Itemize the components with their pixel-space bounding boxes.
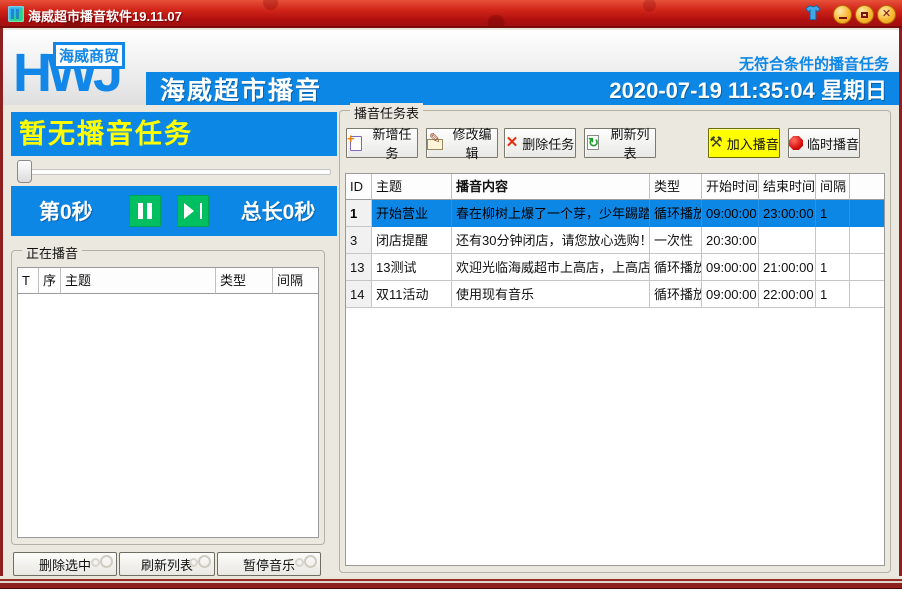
datetime-display: 2020-07-19 11:35:04 星期日 xyxy=(609,73,887,105)
refresh-icon: ↻ xyxy=(585,135,601,151)
header-blue-bar: 海威超市播音 2020-07-19 11:35:04 星期日 xyxy=(146,72,899,105)
total-time-label: 总长0秒 xyxy=(241,196,316,226)
minimize-icon xyxy=(839,17,847,19)
table-row[interactable]: 13 13测试 欢迎光临海威超市上高店，上高店即 循环播放 09:00:00 2… xyxy=(346,254,884,281)
now-playing-group: 正在播音 T 序 主题 类型 间隔 xyxy=(11,250,325,545)
stop-sign-icon xyxy=(789,136,803,150)
now-playing-table[interactable]: T 序 主题 类型 间隔 xyxy=(17,267,319,538)
column-header: 序 xyxy=(39,268,61,294)
playback-slider[interactable] xyxy=(11,160,337,182)
next-track-button[interactable] xyxy=(177,195,209,227)
cloud-ornament-icon xyxy=(190,554,212,567)
column-header: 间隔 xyxy=(273,268,318,294)
close-icon: ✕ xyxy=(882,9,891,20)
window-title: 海威超市播音软件19.11.07 xyxy=(28,6,182,25)
refresh-list-button[interactable]: ↻ 刷新列表 xyxy=(584,128,656,158)
next-track-icon xyxy=(184,203,194,219)
now-playing-banner: 暂无播音任务 xyxy=(11,112,337,156)
table-row[interactable]: 3 闭店提醒 还有30分钟闭店，请您放心选购！ 一次性 20:30:00 xyxy=(346,227,884,254)
column-header: T xyxy=(18,268,39,294)
close-button[interactable]: ✕ xyxy=(877,5,896,24)
pause-icon xyxy=(138,203,143,219)
column-header: 主题 xyxy=(61,268,216,294)
elapsed-time-label: 第0秒 xyxy=(39,196,93,226)
column-header: 结束时间 xyxy=(759,174,816,200)
now-playing-actions: 删除选中 刷新列表 暂停音乐 xyxy=(13,552,321,576)
delete-task-button[interactable]: ✕ 删除任务 xyxy=(504,128,576,158)
app-icon xyxy=(8,6,24,22)
cloud-ornament-icon xyxy=(92,554,114,567)
tools-icon: ⚒ xyxy=(709,135,722,151)
column-header: 类型 xyxy=(650,174,702,200)
edit-task-button[interactable]: ✎ 修改编辑 xyxy=(426,128,498,158)
header: HWJ 海威商贸 无符合条件的播音任务 海威超市播音 2020-07-19 11… xyxy=(3,30,899,105)
cloud-ornament-icon xyxy=(296,554,318,567)
column-header: 播音内容 xyxy=(452,174,650,200)
add-broadcast-button[interactable]: ⚒ 加入播音 xyxy=(708,128,780,158)
column-header: 开始时间 xyxy=(702,174,759,200)
column-header: 间隔 xyxy=(816,174,850,200)
task-table-header: ID 主题 播音内容 类型 开始时间 结束时间 间隔 xyxy=(346,174,884,200)
window-bottom-border xyxy=(0,576,902,589)
column-header: ID xyxy=(346,174,372,200)
pause-music-button[interactable]: 暂停音乐 xyxy=(217,552,321,576)
slider-track[interactable] xyxy=(17,169,331,175)
new-task-button[interactable]: + 新增任务 xyxy=(346,128,418,158)
titlebar[interactable]: 海威超市播音软件19.11.07 ✕ xyxy=(0,0,902,28)
edit-pencil-icon: ✎ xyxy=(427,135,443,151)
pause-button[interactable] xyxy=(129,195,161,227)
maximize-button[interactable] xyxy=(855,5,874,24)
app-title: 海威超市播音 xyxy=(160,71,322,107)
company-logo: HWJ 海威商贸 xyxy=(13,44,145,104)
maximize-icon xyxy=(861,12,868,18)
task-table[interactable]: ID 主题 播音内容 类型 开始时间 结束时间 间隔 1 开始营业 春在柳树上爆… xyxy=(345,173,885,566)
delete-selected-button[interactable]: 删除选中 xyxy=(13,552,117,576)
now-playing-group-title: 正在播音 xyxy=(22,243,82,262)
temp-broadcast-button[interactable]: 临时播音 xyxy=(788,128,860,158)
refresh-list-button-left[interactable]: 刷新列表 xyxy=(119,552,215,576)
task-table-group-title: 播音任务表 xyxy=(350,103,423,122)
task-table-group: 播音任务表 + 新增任务 ✎ 修改编辑 ✕ 删除任务 ↻ 刷新列表 ⚒ 加入播音 xyxy=(339,110,891,573)
column-header: 主题 xyxy=(372,174,452,200)
player-bar: 第0秒 总长0秒 xyxy=(11,186,337,236)
column-header: 类型 xyxy=(216,268,273,294)
new-document-icon: + xyxy=(347,135,363,151)
slider-thumb[interactable] xyxy=(17,160,32,183)
broadcast-status-message: 无符合条件的播音任务 xyxy=(739,53,889,74)
minimize-button[interactable] xyxy=(833,5,852,24)
table-row[interactable]: 1 开始营业 春在柳树上爆了一个芽，少年踢踏着 循环播放 09:00:00 23… xyxy=(346,200,884,227)
shirt-icon xyxy=(803,3,823,27)
app-window: 海威超市播音软件19.11.07 ✕ HWJ 海威商贸 无符合条件的播音任务 海… xyxy=(0,0,902,589)
logo-badge: 海威商贸 xyxy=(53,42,125,69)
delete-x-icon: ✕ xyxy=(506,135,519,151)
task-toolbar: + 新增任务 ✎ 修改编辑 ✕ 删除任务 ↻ 刷新列表 ⚒ 加入播音 临时播音 xyxy=(346,127,860,159)
now-playing-table-header: T 序 主题 类型 间隔 xyxy=(18,268,318,294)
skin-button[interactable] xyxy=(802,4,824,25)
table-row[interactable]: 14 双11活动 使用现有音乐 循环播放 09:00:00 22:00:00 1 xyxy=(346,281,884,308)
